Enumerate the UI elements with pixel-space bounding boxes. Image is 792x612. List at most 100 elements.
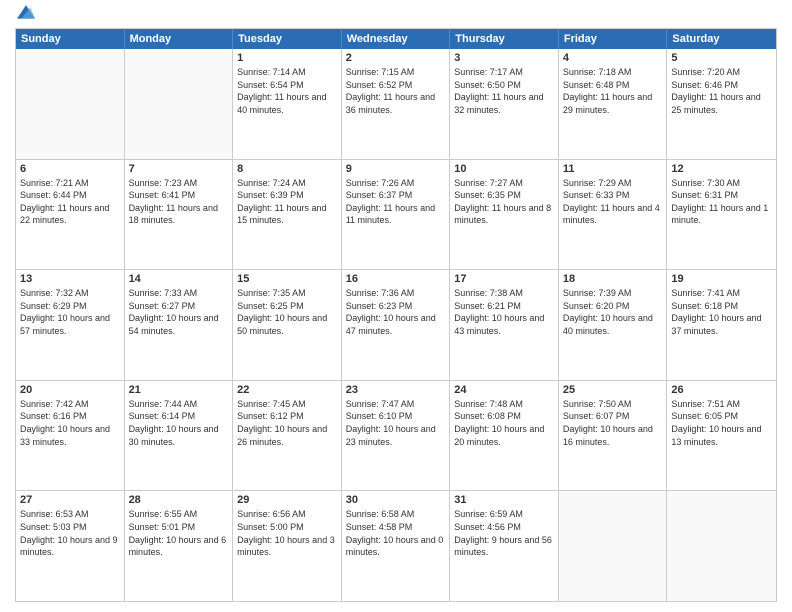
day-number: 16 — [346, 273, 446, 285]
week-row-2: 13 Sunrise: 7:32 AMSunset: 6:29 PMDayligh… — [16, 270, 776, 381]
day-number: 24 — [454, 384, 554, 396]
day-info: Sunrise: 6:58 AMSunset: 4:58 PMDaylight:… — [346, 508, 446, 558]
day-number: 15 — [237, 273, 337, 285]
day-cell-13: 13 Sunrise: 7:32 AMSunset: 6:29 PMDayligh… — [16, 270, 125, 380]
day-cell-24: 24 Sunrise: 7:48 AMSunset: 6:08 PMDayligh… — [450, 381, 559, 491]
day-cell-2: 2 Sunrise: 7:15 AMSunset: 6:52 PMDaylight… — [342, 49, 451, 159]
day-info: Sunrise: 7:41 AMSunset: 6:18 PMDaylight:… — [671, 287, 772, 337]
day-number: 3 — [454, 52, 554, 64]
day-info: Sunrise: 7:36 AMSunset: 6:23 PMDaylight:… — [346, 287, 446, 337]
day-cell-19: 19 Sunrise: 7:41 AMSunset: 6:18 PMDayligh… — [667, 270, 776, 380]
day-cell-18: 18Sunrise: 7:39 AMSunset: 6:20 PMDayligh… — [559, 270, 668, 380]
logo — [15, 14, 35, 22]
day-info: Sunrise: 6:56 AMSunset: 5:00 PMDaylight:… — [237, 508, 337, 558]
day-number: 28 — [129, 494, 229, 506]
day-info: Sunrise: 7:51 AMSunset: 6:05 PMDaylight:… — [671, 398, 772, 448]
day-cell-16: 16 Sunrise: 7:36 AMSunset: 6:23 PMDayligh… — [342, 270, 451, 380]
day-info: Sunrise: 7:38 AMSunset: 6:21 PMDaylight:… — [454, 287, 554, 337]
header-day-monday: Monday — [125, 29, 234, 49]
header-day-saturday: Saturday — [667, 29, 776, 49]
day-cell-14: 14Sunrise: 7:33 AMSunset: 6:27 PMDayligh… — [125, 270, 234, 380]
week-row-3: 20 Sunrise: 7:42 AMSunset: 6:16 PMDayligh… — [16, 381, 776, 492]
day-cell-10: 10 Sunrise: 7:27 AMSunset: 6:35 PMDayligh… — [450, 160, 559, 270]
day-cell-7: 7 Sunrise: 7:23 AMSunset: 6:41 PMDaylight… — [125, 160, 234, 270]
day-number: 10 — [454, 163, 554, 175]
day-number: 1 — [237, 52, 337, 64]
header-day-tuesday: Tuesday — [233, 29, 342, 49]
day-cell-6: 6 Sunrise: 7:21 AMSunset: 6:44 PMDaylight… — [16, 160, 125, 270]
day-info: Sunrise: 7:33 AMSunset: 6:27 PMDaylight:… — [129, 287, 229, 337]
day-number: 9 — [346, 163, 446, 175]
day-number: 21 — [129, 384, 229, 396]
day-info: Sunrise: 6:53 AMSunset: 5:03 PMDaylight:… — [20, 508, 120, 558]
day-number: 4 — [563, 52, 663, 64]
day-info: Sunrise: 7:20 AMSunset: 6:46 PMDaylight:… — [671, 66, 772, 116]
empty-cell — [16, 49, 125, 159]
day-number: 25 — [563, 384, 663, 396]
day-number: 26 — [671, 384, 772, 396]
day-number: 22 — [237, 384, 337, 396]
day-info: Sunrise: 7:39 AMSunset: 6:20 PMDaylight:… — [563, 287, 663, 337]
calendar-header: SundayMondayTuesdayWednesdayThursdayFrid… — [16, 29, 776, 49]
day-cell-21: 21 Sunrise: 7:44 AMSunset: 6:14 PMDayligh… — [125, 381, 234, 491]
week-row-1: 6 Sunrise: 7:21 AMSunset: 6:44 PMDaylight… — [16, 160, 776, 271]
day-info: Sunrise: 7:26 AMSunset: 6:37 PMDaylight:… — [346, 177, 446, 227]
calendar: SundayMondayTuesdayWednesdayThursdayFrid… — [15, 28, 777, 602]
day-cell-15: 15 Sunrise: 7:35 AMSunset: 6:25 PMDayligh… — [233, 270, 342, 380]
day-cell-8: 8 Sunrise: 7:24 AMSunset: 6:39 PMDaylight… — [233, 160, 342, 270]
day-number: 13 — [20, 273, 120, 285]
day-number: 31 — [454, 494, 554, 506]
day-number: 11 — [563, 163, 663, 175]
day-info: Sunrise: 7:14 AMSunset: 6:54 PMDaylight:… — [237, 66, 337, 116]
day-number: 2 — [346, 52, 446, 64]
day-number: 8 — [237, 163, 337, 175]
day-info: Sunrise: 7:45 AMSunset: 6:12 PMDaylight:… — [237, 398, 337, 448]
day-info: Sunrise: 6:55 AMSunset: 5:01 PMDaylight:… — [129, 508, 229, 558]
day-cell-11: 11 Sunrise: 7:29 AMSunset: 6:33 PMDayligh… — [559, 160, 668, 270]
calendar-body: 1 Sunrise: 7:14 AMSunset: 6:54 PMDaylight… — [16, 49, 776, 601]
day-info: Sunrise: 7:27 AMSunset: 6:35 PMDaylight:… — [454, 177, 554, 227]
day-cell-5: 5 Sunrise: 7:20 AMSunset: 6:46 PMDaylight… — [667, 49, 776, 159]
day-info: Sunrise: 7:42 AMSunset: 6:16 PMDaylight:… — [20, 398, 120, 448]
header-day-friday: Friday — [559, 29, 668, 49]
day-info: Sunrise: 7:35 AMSunset: 6:25 PMDaylight:… — [237, 287, 337, 337]
day-number: 23 — [346, 384, 446, 396]
week-row-0: 1 Sunrise: 7:14 AMSunset: 6:54 PMDaylight… — [16, 49, 776, 160]
day-cell-9: 9 Sunrise: 7:26 AMSunset: 6:37 PMDaylight… — [342, 160, 451, 270]
day-cell-12: 12 Sunrise: 7:30 AMSunset: 6:31 PMDayligh… — [667, 160, 776, 270]
day-number: 7 — [129, 163, 229, 175]
day-number: 6 — [20, 163, 120, 175]
day-cell-20: 20 Sunrise: 7:42 AMSunset: 6:16 PMDayligh… — [16, 381, 125, 491]
empty-cell — [559, 491, 668, 601]
day-cell-17: 17 Sunrise: 7:38 AMSunset: 6:21 PMDayligh… — [450, 270, 559, 380]
day-number: 30 — [346, 494, 446, 506]
day-info: Sunrise: 7:15 AMSunset: 6:52 PMDaylight:… — [346, 66, 446, 116]
day-info: Sunrise: 7:24 AMSunset: 6:39 PMDaylight:… — [237, 177, 337, 227]
day-number: 27 — [20, 494, 120, 506]
day-cell-22: 22 Sunrise: 7:45 AMSunset: 6:12 PMDayligh… — [233, 381, 342, 491]
day-info: Sunrise: 7:29 AMSunset: 6:33 PMDaylight:… — [563, 177, 663, 227]
day-cell-1: 1 Sunrise: 7:14 AMSunset: 6:54 PMDaylight… — [233, 49, 342, 159]
day-info: Sunrise: 7:18 AMSunset: 6:48 PMDaylight:… — [563, 66, 663, 116]
day-number: 12 — [671, 163, 772, 175]
day-info: Sunrise: 7:44 AMSunset: 6:14 PMDaylight:… — [129, 398, 229, 448]
day-info: Sunrise: 7:32 AMSunset: 6:29 PMDaylight:… — [20, 287, 120, 337]
day-number: 19 — [671, 273, 772, 285]
header-day-sunday: Sunday — [16, 29, 125, 49]
day-info: Sunrise: 7:23 AMSunset: 6:41 PMDaylight:… — [129, 177, 229, 227]
day-number: 17 — [454, 273, 554, 285]
day-info: Sunrise: 7:21 AMSunset: 6:44 PMDaylight:… — [20, 177, 120, 227]
day-info: Sunrise: 7:50 AMSunset: 6:07 PMDaylight:… — [563, 398, 663, 448]
day-cell-31: 31Sunrise: 6:59 AMSunset: 4:56 PMDayligh… — [450, 491, 559, 601]
day-info: Sunrise: 7:47 AMSunset: 6:10 PMDaylight:… — [346, 398, 446, 448]
day-number: 20 — [20, 384, 120, 396]
week-row-4: 27 Sunrise: 6:53 AMSunset: 5:03 PMDayligh… — [16, 491, 776, 601]
empty-cell — [667, 491, 776, 601]
day-info: Sunrise: 7:48 AMSunset: 6:08 PMDaylight:… — [454, 398, 554, 448]
day-info: Sunrise: 7:30 AMSunset: 6:31 PMDaylight:… — [671, 177, 772, 227]
day-cell-3: 3Sunrise: 7:17 AMSunset: 6:50 PMDaylight… — [450, 49, 559, 159]
day-number: 5 — [671, 52, 772, 64]
header-day-thursday: Thursday — [450, 29, 559, 49]
day-cell-23: 23 Sunrise: 7:47 AMSunset: 6:10 PMDayligh… — [342, 381, 451, 491]
day-cell-25: 25 Sunrise: 7:50 AMSunset: 6:07 PMDayligh… — [559, 381, 668, 491]
